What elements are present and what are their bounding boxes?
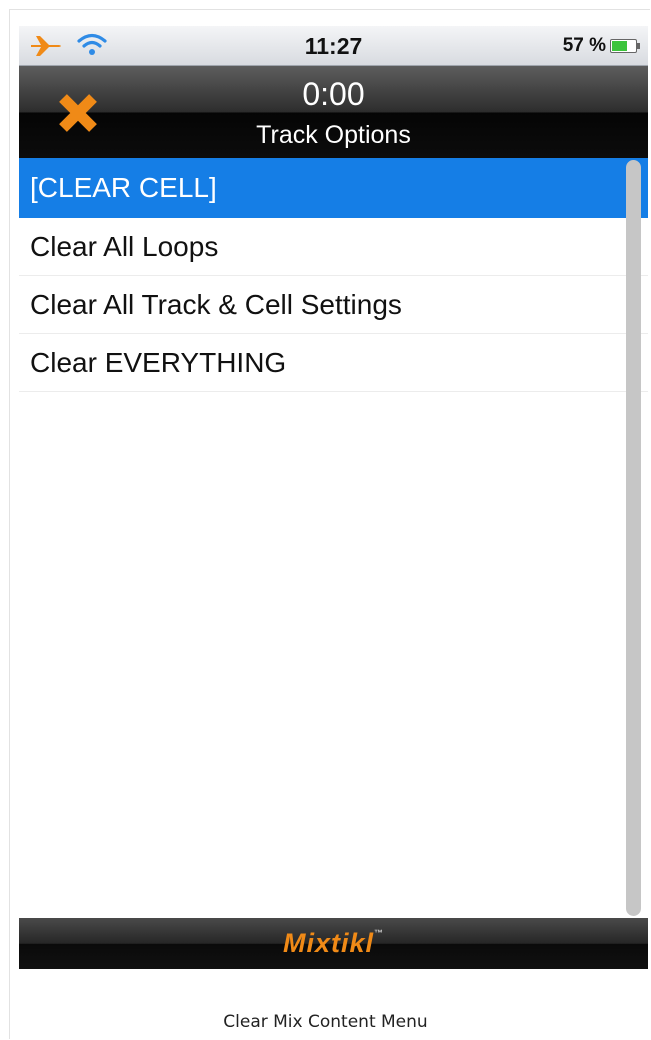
bottom-bar: Mixtikl™ [19, 918, 648, 969]
option-clear-all-loops[interactable]: Clear All Loops [19, 218, 648, 276]
option-clear-track-cell-settings[interactable]: Clear All Track & Cell Settings [19, 276, 648, 334]
battery-icon [610, 39, 640, 53]
option-clear-cell[interactable]: [CLEAR CELL] [19, 158, 648, 218]
brand-name: Mixtikl [282, 928, 375, 958]
figure-caption: Clear Mix Content Menu [223, 1012, 428, 1032]
scrollbar[interactable] [626, 160, 641, 916]
phone-screen: 11:27 57 % 0:00 Track Options [CLEAR CEL… [19, 26, 648, 969]
option-clear-everything[interactable]: Clear EVERYTHING [19, 334, 648, 392]
nav-title: Track Options [256, 121, 411, 149]
battery-percent: 57 % [562, 35, 606, 56]
brand-trademark: ™ [374, 928, 385, 938]
brand-logo: Mixtikl™ [283, 928, 384, 959]
options-list: [CLEAR CELL] Clear All Loops Clear All T… [19, 158, 648, 918]
status-bar: 11:27 57 % [19, 26, 648, 66]
nav-bar: 0:00 Track Options [19, 66, 648, 158]
status-time: 11:27 [304, 33, 363, 59]
nav-timer: 0:00 [302, 76, 365, 112]
